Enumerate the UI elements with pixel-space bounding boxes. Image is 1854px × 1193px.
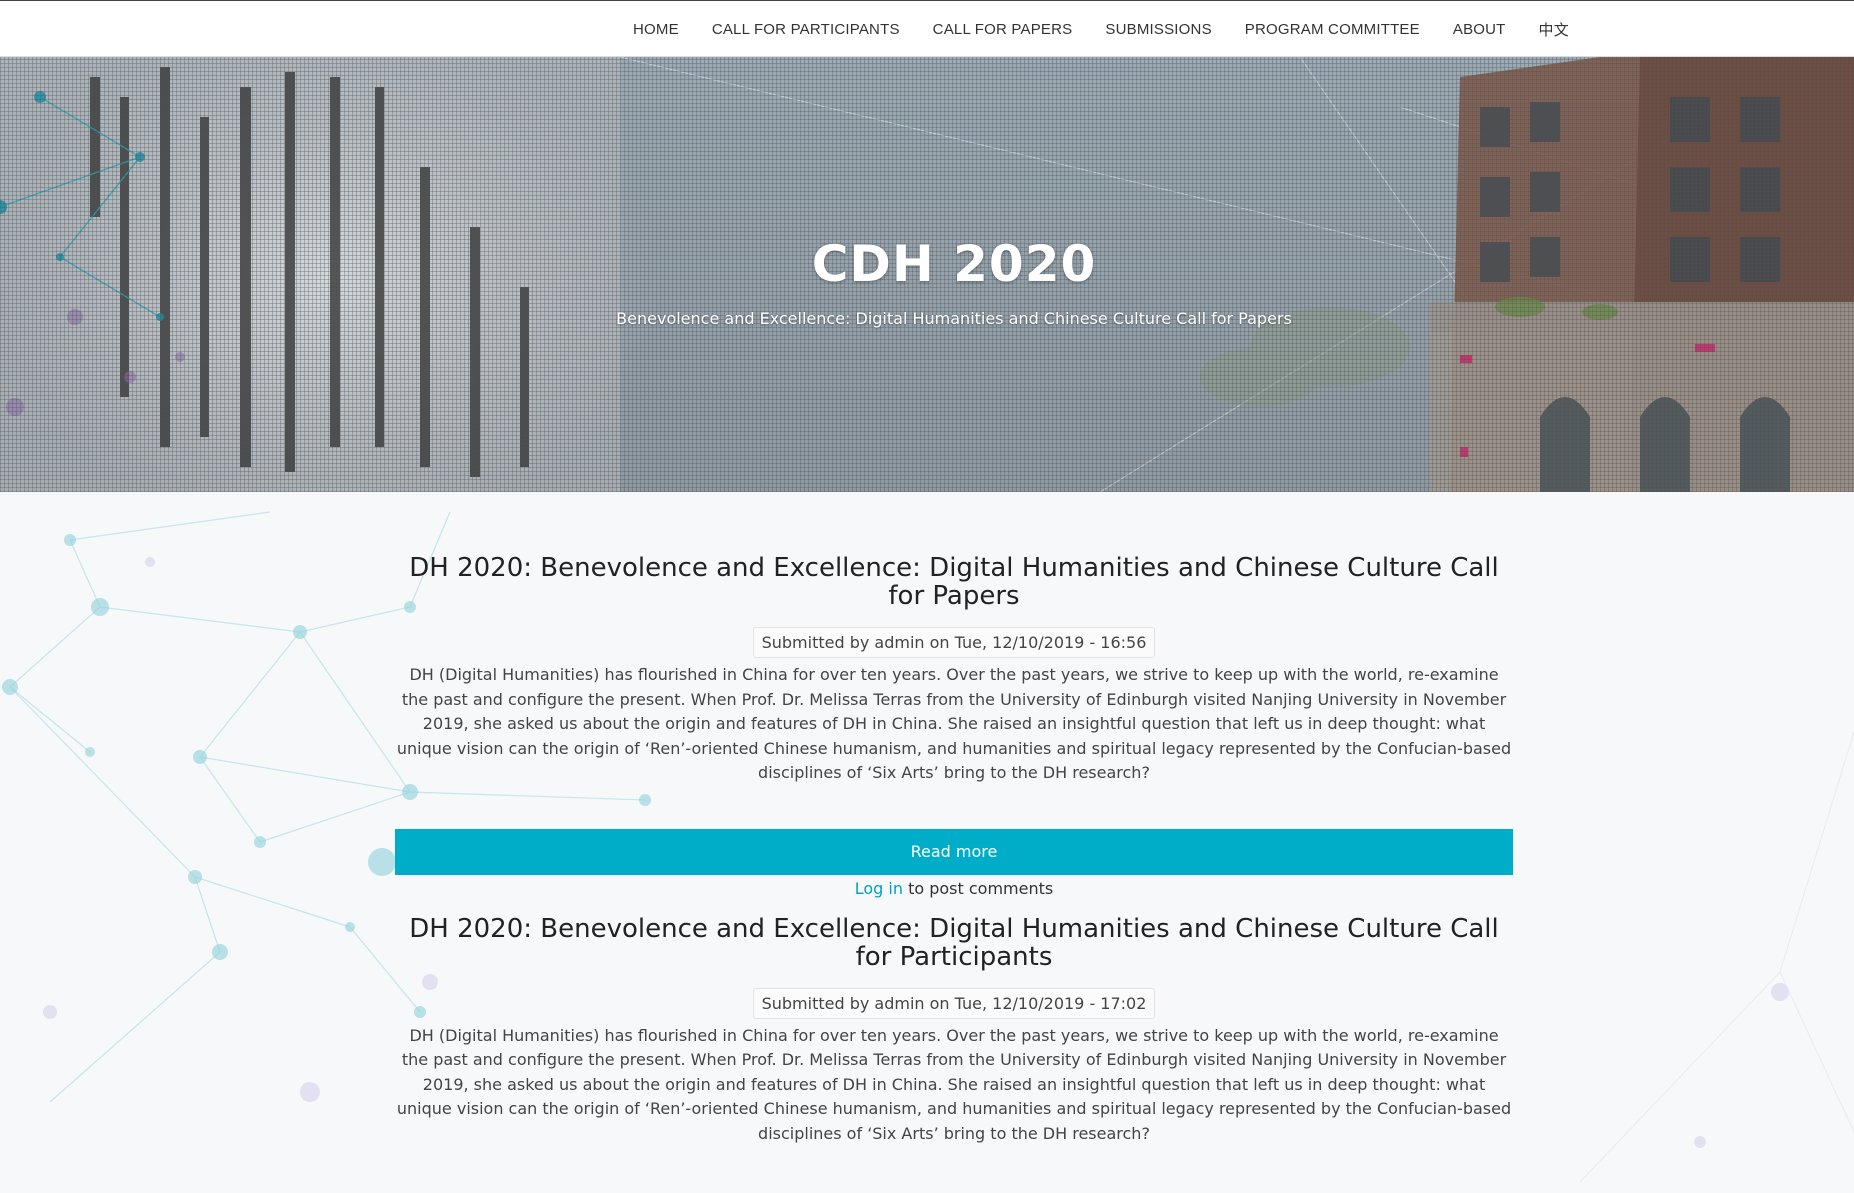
comment-login-prompt: Log in to post comments xyxy=(395,878,1513,900)
nav-link-program-committee[interactable]: PROGRAM COMMITTEE xyxy=(1245,21,1420,38)
article-submitted-info: Submitted by admin on Tue, 12/10/2019 - … xyxy=(752,627,1156,658)
site-title: CDH 2020 xyxy=(811,235,1097,293)
article-submitted-info: Submitted by admin on Tue, 12/10/2019 - … xyxy=(752,987,1156,1019)
nav-link-submissions[interactable]: SUBMISSIONS xyxy=(1105,21,1211,38)
article-summary: DH (Digital Humanities) has flourished i… xyxy=(396,1025,1512,1143)
article-title[interactable]: DH 2020: Benevolence and Excellence: Dig… xyxy=(395,554,1513,610)
article-summary: DH (Digital Humanities) has flourished i… xyxy=(396,665,1512,782)
hero-banner: CDH 2020 Benevolence and Excellence: Dig… xyxy=(0,57,1854,492)
nav-link-about[interactable]: ABOUT xyxy=(1453,21,1506,38)
read-more-button[interactable]: Read more xyxy=(395,828,1513,875)
nav-link-chinese-language[interactable]: 中文 xyxy=(1539,19,1569,40)
article-call-for-participants: DH 2020: Benevolence and Excellence: Dig… xyxy=(395,900,1513,1147)
site-subtitle: Benevolence and Excellence: Digital Huma… xyxy=(616,309,1292,328)
article-call-for-papers: DH 2020: Benevolence and Excellence: Dig… xyxy=(395,492,1513,900)
nav-link-home[interactable]: HOME xyxy=(633,21,679,38)
nav-link-call-for-participants[interactable]: CALL FOR PARTICIPANTS xyxy=(712,21,900,38)
main-nav: HOME CALL FOR PARTICIPANTS CALL FOR PAPE… xyxy=(633,1,1569,57)
login-link[interactable]: Log in xyxy=(855,879,903,898)
comment-login-suffix: to post comments xyxy=(903,878,1054,898)
article-title[interactable]: DH 2020: Benevolence and Excellence: Dig… xyxy=(395,915,1513,971)
top-navbar: HOME CALL FOR PARTICIPANTS CALL FOR PAPE… xyxy=(0,0,1854,57)
nav-link-call-for-papers[interactable]: CALL FOR PAPERS xyxy=(933,21,1073,38)
main-content: DH 2020: Benevolence and Excellence: Dig… xyxy=(395,492,1513,1146)
